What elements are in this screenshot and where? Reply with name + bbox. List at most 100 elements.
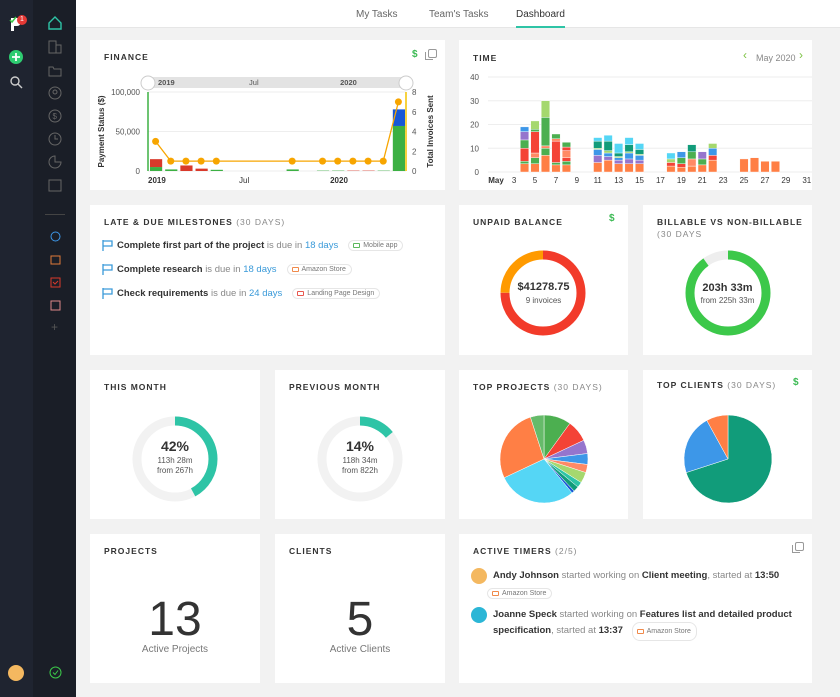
navigator-label: Jul xyxy=(249,78,259,87)
time-bar-segment xyxy=(635,144,643,150)
y2-tick-label: 2 xyxy=(412,147,417,156)
time-bar-segment xyxy=(604,157,612,161)
invoice-point xyxy=(365,158,372,165)
time-bar-segment xyxy=(531,132,539,153)
x-tick-label: 29 xyxy=(781,176,790,185)
time-bar-segment xyxy=(520,148,528,161)
time-bar-segment xyxy=(677,167,685,172)
time-bar-segment xyxy=(625,153,633,159)
time-bar-segment xyxy=(562,142,570,147)
check-circle-icon[interactable] xyxy=(49,666,62,679)
time-chart: 010203040May35791113151719212325272931 xyxy=(459,40,812,190)
time-bar-segment xyxy=(562,165,570,172)
calendar-icon[interactable] xyxy=(48,178,62,192)
tab-dashboard[interactable]: Dashboard xyxy=(516,9,565,28)
image-icon[interactable] xyxy=(50,300,61,311)
time-bar-segment xyxy=(614,158,622,160)
contacts-icon[interactable] xyxy=(50,231,61,242)
billable-hours: 203h 33m xyxy=(643,282,812,294)
time-bar-segment xyxy=(771,161,779,172)
y2-tick-label: 0 xyxy=(412,167,417,176)
search-icon[interactable] xyxy=(10,76,23,89)
bar-paid xyxy=(317,170,329,171)
time-bar-segment xyxy=(635,160,643,164)
time-bar-segment xyxy=(761,161,769,172)
time-bar-segment xyxy=(698,165,706,172)
time-bar-segment xyxy=(594,155,602,162)
project-tag[interactable]: Landing Page Design xyxy=(292,288,380,299)
y-tick-label: 40 xyxy=(470,73,479,82)
time-bar-segment xyxy=(688,166,696,172)
time-bar-segment xyxy=(562,147,570,151)
time-bar-segment xyxy=(520,140,528,148)
invoice-point xyxy=(349,158,356,165)
time-bar-segment xyxy=(541,101,549,118)
tasks-icon[interactable] xyxy=(50,277,61,288)
time-bar-segment xyxy=(604,141,612,151)
top-clients-pie xyxy=(643,370,812,519)
notification-badge[interactable]: 1 xyxy=(17,15,27,25)
time-bar-segment xyxy=(677,158,685,164)
time-bar-segment xyxy=(614,164,622,172)
project-tag[interactable]: Amazon Store xyxy=(487,588,552,599)
percent: 42% xyxy=(90,438,260,454)
time-bar-segment xyxy=(740,159,748,172)
project-tag[interactable]: Mobile app xyxy=(348,240,403,251)
top-clients-card: TOP CLIENTS (30 DAYS) $ xyxy=(643,370,812,519)
milestone-item[interactable]: Complete first part of the project is du… xyxy=(102,240,403,251)
navigator-label: 2019 xyxy=(158,78,175,87)
milestone-item[interactable]: Complete research is due in 18 daysAmazo… xyxy=(102,264,352,275)
projects-card[interactable]: PROJECTS 13 Active Projects xyxy=(90,534,260,683)
divider[interactable] xyxy=(45,214,65,215)
milestone-item[interactable]: Check requirements is due in 24 daysLand… xyxy=(102,288,380,299)
card-title: ACTIVE TIMERS (2/5) xyxy=(473,546,578,556)
home-icon[interactable] xyxy=(48,16,62,30)
percent: 14% xyxy=(275,438,445,454)
navigator-handle-right xyxy=(399,76,413,90)
user-icon[interactable] xyxy=(48,86,62,100)
time-bar-segment xyxy=(552,139,560,141)
total-hours: from 225h 33m xyxy=(643,296,812,305)
project-tag[interactable]: Amazon Store xyxy=(287,264,352,275)
projects-label: Active Projects xyxy=(90,644,260,655)
time-bar-segment xyxy=(708,144,716,149)
x-tick-label: 11 xyxy=(594,176,603,185)
time-bar-segment xyxy=(562,161,570,165)
project-tag[interactable]: Amazon Store xyxy=(632,622,697,641)
dollar-icon[interactable]: $ xyxy=(48,109,62,123)
clients-card[interactable]: CLIENTS 5 Active Clients xyxy=(275,534,445,683)
copy-icon[interactable] xyxy=(795,542,804,551)
time-bar-segment xyxy=(604,160,612,172)
y-axis-label: Payment Status ($) xyxy=(97,95,106,167)
timer-item: Andy Johnson started working on Client m… xyxy=(493,568,779,583)
time-bar-segment xyxy=(698,159,706,165)
x-tick-label: 3 xyxy=(512,176,517,185)
tab-teams-tasks[interactable]: Team's Tasks xyxy=(429,9,489,20)
projects-icon[interactable] xyxy=(48,40,62,54)
tab-my-tasks[interactable]: My Tasks xyxy=(356,9,398,20)
time-bar-segment xyxy=(604,153,612,157)
add-item-icon[interactable]: + xyxy=(51,320,58,334)
add-icon[interactable] xyxy=(9,50,23,64)
time-bar-segment xyxy=(594,138,602,142)
bar-unpaid xyxy=(180,165,192,171)
user-avatar[interactable] xyxy=(8,665,24,681)
time-bar-segment xyxy=(625,164,633,172)
bar-unpaid xyxy=(362,170,374,171)
time-bar-segment xyxy=(635,155,643,160)
active-timers-card: ACTIVE TIMERS (2/5) Andy Johnson started… xyxy=(459,534,812,683)
time-bar-segment xyxy=(541,155,549,172)
x-tick-label: 31 xyxy=(802,176,811,185)
calendar-orange-icon[interactable] xyxy=(50,254,61,265)
total: from 267h xyxy=(90,466,260,475)
x-tick-label: 2020 xyxy=(330,176,348,185)
invoice-point xyxy=(289,158,296,165)
avatar xyxy=(471,607,487,623)
pie-chart-icon[interactable] xyxy=(48,155,62,169)
total: from 822h xyxy=(275,466,445,475)
navigator xyxy=(146,77,408,88)
x-tick-label: 9 xyxy=(575,176,580,185)
time-bar-segment xyxy=(552,163,560,165)
clock-icon[interactable] xyxy=(48,132,62,146)
folder-icon[interactable] xyxy=(48,64,62,78)
